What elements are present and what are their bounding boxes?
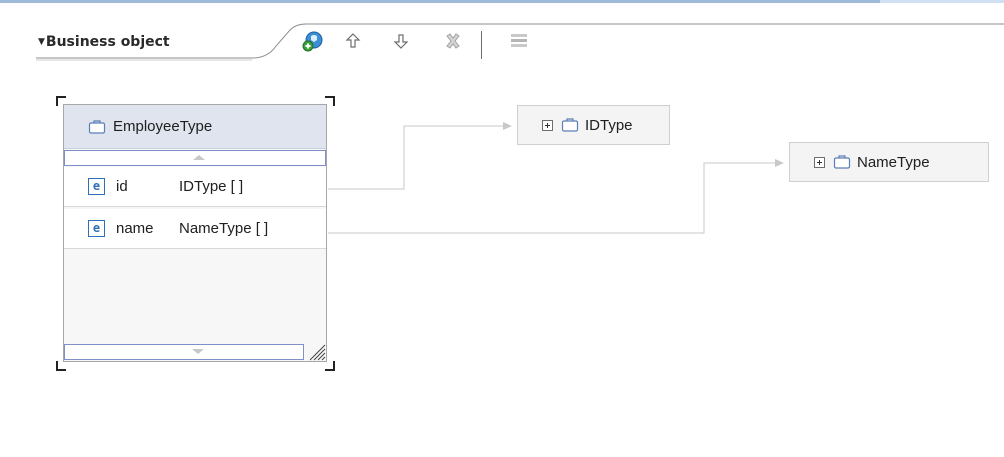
referenced-type-idtype[interactable]: IDType	[517, 105, 670, 145]
scroll-up-icon	[193, 155, 205, 160]
scroll-up-button[interactable]	[64, 150, 326, 166]
resize-grip-icon[interactable]	[306, 343, 326, 361]
referenced-type-nametype[interactable]: NameType	[789, 142, 989, 182]
scroll-down-icon	[192, 349, 204, 354]
selection-handle-bottom-left[interactable]	[56, 361, 66, 371]
field-row-name[interactable]: e name NameType [ ]	[64, 209, 326, 249]
expand-icon[interactable]	[542, 119, 553, 131]
scroll-down-button[interactable]	[64, 344, 304, 360]
business-object-header[interactable]: EmployeeType	[64, 105, 326, 149]
referenced-type-name: NameType	[857, 153, 930, 171]
field-row-id[interactable]: e id IDType [ ]	[64, 167, 326, 207]
referenced-type-name: IDType	[585, 116, 633, 134]
field-name: name	[116, 220, 154, 237]
element-icon: e	[88, 220, 105, 237]
element-icon: e	[88, 178, 105, 195]
expand-icon[interactable]	[814, 156, 825, 168]
field-type: IDType [ ]	[179, 178, 244, 195]
business-object-icon	[561, 118, 579, 132]
business-object-box[interactable]: EmployeeType e id IDType [ ] e name Name…	[63, 104, 327, 362]
fields-empty-area	[64, 252, 326, 344]
business-object-name: EmployeeType	[113, 118, 213, 135]
selection-handle-bottom-right[interactable]	[325, 361, 335, 371]
field-type: NameType [ ]	[179, 220, 269, 237]
field-name: id	[116, 178, 128, 195]
business-object-icon	[833, 155, 851, 169]
business-object-icon	[88, 119, 106, 134]
